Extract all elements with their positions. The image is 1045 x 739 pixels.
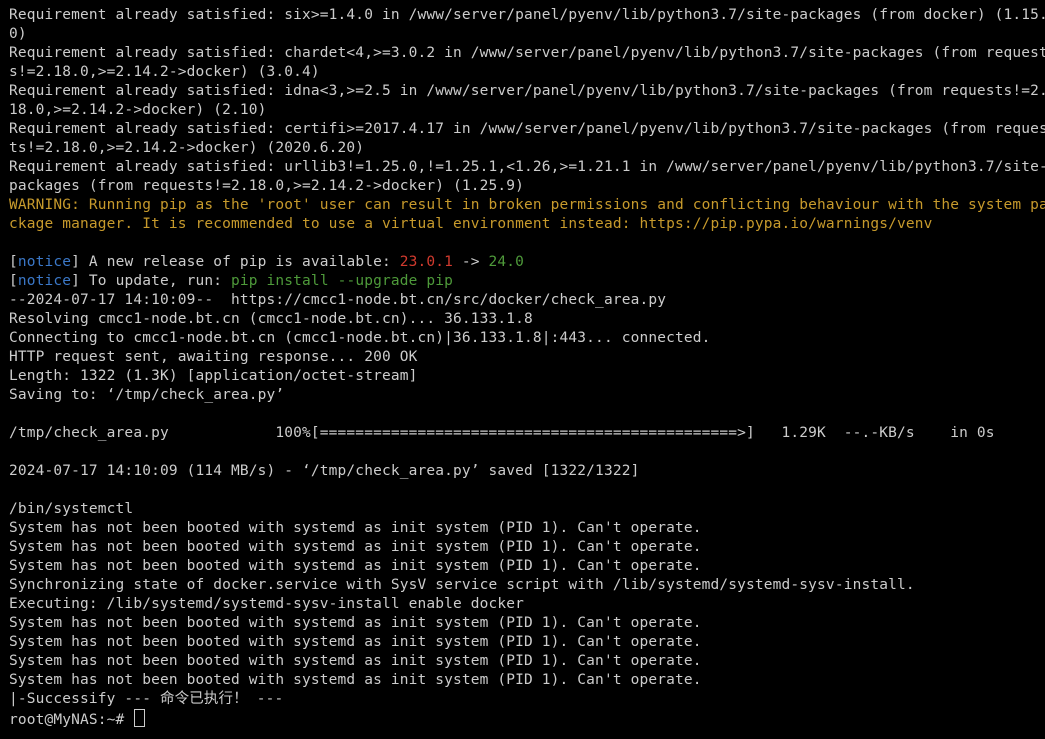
terminal-line: Length: 1322 (1.3K) [application/octet-s… <box>9 367 417 386</box>
text-segment: [ <box>9 254 18 270</box>
text-warning: ckage manager. It is recommended to use … <box>9 216 933 232</box>
text-segment: Executing: /lib/systemd/systemd-sysv-ins… <box>9 596 525 612</box>
text-notice-tag: notice <box>17 254 72 270</box>
terminal-line: Requirement already satisfied: idna<3,>=… <box>9 82 1045 101</box>
terminal-line: System has not been booted with systemd … <box>9 671 702 690</box>
terminal-line: /tmp/check_area.py 100%[================… <box>9 424 995 443</box>
text-segment: ] To update, run: <box>71 273 232 289</box>
terminal-line: System has not been booted with systemd … <box>9 519 702 538</box>
terminal-line: [notice] To update, run: pip install --u… <box>9 272 453 291</box>
text-segment: 18.0,>=2.14.2->docker) (2.10) <box>9 102 267 118</box>
text-segment: /tmp/check_area.py 100%[================… <box>9 425 995 441</box>
terminal-line: Executing: /lib/systemd/systemd-sysv-ins… <box>9 595 524 614</box>
terminal-line: Requirement already satisfied: certifi>=… <box>9 120 1045 139</box>
terminal-line: System has not been booted with systemd … <box>9 633 702 652</box>
terminal-line: /bin/systemctl <box>9 500 133 519</box>
text-segment: 0) <box>9 26 27 42</box>
terminal-line: System has not been booted with systemd … <box>9 652 702 671</box>
text-version-new: 24.0 <box>488 254 525 270</box>
terminal-line: ts!=2.18.0,>=2.14.2->docker) (2020.6.20) <box>9 139 364 158</box>
text-segment: Saving to: ‘/tmp/check_area.py’ <box>9 387 285 403</box>
terminal-line: 0) <box>9 25 27 44</box>
text-segment: System has not been booted with systemd … <box>9 558 702 574</box>
text-segment: s!=2.18.0,>=2.14.2->docker) (3.0.4) <box>9 64 320 80</box>
text-version-old: 23.0.1 <box>399 254 454 270</box>
text-segment: 2024-07-17 14:10:09 (114 MB/s) - ‘/tmp/c… <box>9 463 640 479</box>
terminal-line: Requirement already satisfied: six>=1.4.… <box>9 6 1045 25</box>
text-segment: Requirement already satisfied: idna<3,>=… <box>9 83 1045 99</box>
text-segment: Requirement already satisfied: certifi>=… <box>9 121 1045 137</box>
text-segment: System has not been booted with systemd … <box>9 615 702 631</box>
terminal-line: Saving to: ‘/tmp/check_area.py’ <box>9 386 284 405</box>
text-segment: System has not been booted with systemd … <box>9 634 702 650</box>
text-segment: --2024-07-17 14:10:09-- https://cmcc1-no… <box>9 292 667 308</box>
text-notice-tag: notice <box>17 273 72 289</box>
terminal-line: HTTP request sent, awaiting response... … <box>9 348 417 367</box>
terminal-line: ckage manager. It is recommended to use … <box>9 215 933 234</box>
text-segment: Requirement already satisfied: six>=1.4.… <box>9 7 1045 23</box>
text-cursor[interactable] <box>134 709 146 727</box>
terminal-line: packages (from requests!=2.18.0,>=2.14.2… <box>9 177 524 196</box>
terminal-line: System has not been booted with systemd … <box>9 614 702 633</box>
terminal-line: Requirement already satisfied: chardet<4… <box>9 44 1045 63</box>
text-segment: |-Successify --- 命令已执行！ --- <box>9 691 284 707</box>
text-segment: -> <box>453 254 489 270</box>
prompt-text: root@MyNAS:~# <box>9 712 134 728</box>
terminal-line: s!=2.18.0,>=2.14.2->docker) (3.0.4) <box>9 63 320 82</box>
text-segment: System has not been booted with systemd … <box>9 520 702 536</box>
text-segment: Resolving cmcc1-node.bt.cn (cmcc1-node.b… <box>9 311 533 327</box>
terminal-line: System has not been booted with systemd … <box>9 538 702 557</box>
terminal-line: |-Successify --- 命令已执行！ --- <box>9 690 283 709</box>
text-segment: Requirement already satisfied: chardet<4… <box>9 45 1045 61</box>
text-segment: Synchronizing state of docker.service wi… <box>9 577 915 593</box>
terminal-line: Resolving cmcc1-node.bt.cn (cmcc1-node.b… <box>9 310 533 329</box>
text-segment: [ <box>9 273 18 289</box>
terminal-line: 18.0,>=2.14.2->docker) (2.10) <box>9 101 267 120</box>
terminal-line: Requirement already satisfied: urllib3!=… <box>9 158 1045 177</box>
text-segment: Connecting to cmcc1-node.bt.cn (cmcc1-no… <box>9 330 711 346</box>
command-prompt[interactable]: root@MyNAS:~# <box>9 709 146 728</box>
text-segment: System has not been booted with systemd … <box>9 539 702 555</box>
text-segment: packages (from requests!=2.18.0,>=2.14.2… <box>9 178 525 194</box>
text-version-new: pip install --upgrade pip <box>231 273 454 289</box>
text-segment: System has not been booted with systemd … <box>9 672 702 688</box>
terminal-line: 2024-07-17 14:10:09 (114 MB/s) - ‘/tmp/c… <box>9 462 639 481</box>
text-segment: System has not been booted with systemd … <box>9 653 702 669</box>
terminal-window[interactable]: Requirement already satisfied: six>=1.4.… <box>0 6 1045 739</box>
text-warning: WARNING: Running pip as the 'root' user … <box>9 197 1045 213</box>
terminal-line: [notice] A new release of pip is availab… <box>9 253 524 272</box>
terminal-line: Connecting to cmcc1-node.bt.cn (cmcc1-no… <box>9 329 711 348</box>
text-segment: ts!=2.18.0,>=2.14.2->docker) (2020.6.20) <box>9 140 365 156</box>
terminal-line: WARNING: Running pip as the 'root' user … <box>9 196 1045 215</box>
text-segment: Length: 1322 (1.3K) [application/octet-s… <box>9 368 418 384</box>
terminal-line: Synchronizing state of docker.service wi… <box>9 576 915 595</box>
text-segment: Requirement already satisfied: urllib3!=… <box>9 159 1045 175</box>
text-segment: HTTP request sent, awaiting response... … <box>9 349 418 365</box>
text-segment: ] A new release of pip is available: <box>71 254 400 270</box>
terminal-line: --2024-07-17 14:10:09-- https://cmcc1-no… <box>9 291 666 310</box>
terminal-line: System has not been booted with systemd … <box>9 557 702 576</box>
text-segment: /bin/systemctl <box>9 501 134 517</box>
